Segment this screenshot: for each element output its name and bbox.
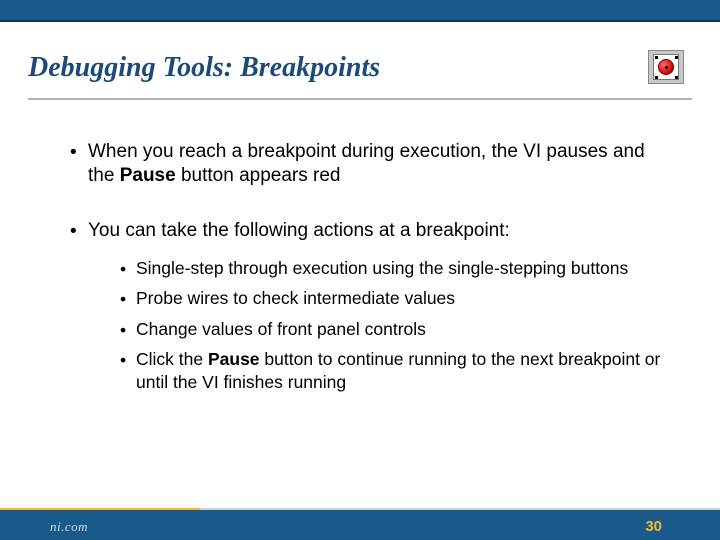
sub-bullet-3: • Change values of front panel controls (120, 318, 670, 341)
sub-bullet-1: • Single-step through execution using th… (120, 257, 670, 280)
text: Probe wires to check intermediate values (136, 287, 455, 310)
page-number: 30 (645, 518, 662, 535)
breakpoint-tool-icon (648, 50, 684, 84)
sub-bullets: • Single-step through execution using th… (120, 257, 670, 393)
bullet-marker: • (120, 287, 136, 310)
footer-logo: ni.com (50, 519, 88, 535)
text: You can take the following actions at a … (88, 220, 510, 241)
text: Change values of front panel controls (136, 318, 426, 341)
pause-word: Pause (208, 349, 260, 369)
bullet-marker: • (70, 140, 88, 189)
slide-body: • When you reach a breakpoint during exe… (70, 140, 670, 400)
bullet-marker: • (70, 219, 88, 400)
breakpoint-red-dot (658, 59, 674, 75)
bullet-marker: • (120, 257, 136, 280)
text: button appears red (176, 165, 341, 186)
bullet-marker: • (120, 318, 136, 341)
sub-bullet-4: • Click the Pause button to continue run… (120, 348, 670, 393)
bullet-2: • You can take the following actions at … (70, 219, 670, 400)
sub-bullet-2: • Probe wires to check intermediate valu… (120, 287, 670, 310)
breakpoint-icon-frame (653, 54, 679, 80)
bullet-1-text: When you reach a breakpoint during execu… (88, 140, 670, 189)
bullet-marker: • (120, 348, 136, 393)
sub-bullet-4-text: Click the Pause button to continue runni… (136, 348, 670, 393)
text: Single-step through execution using the … (136, 257, 628, 280)
bullet-1: • When you reach a breakpoint during exe… (70, 140, 670, 189)
text: Click the (136, 349, 208, 369)
header-bar (0, 0, 720, 22)
title-area: Debugging Tools: Breakpoints (28, 52, 692, 100)
slide-title: Debugging Tools: Breakpoints (28, 52, 692, 84)
footer-bar (0, 510, 720, 540)
bullet-2-text: You can take the following actions at a … (88, 219, 670, 400)
pause-word: Pause (120, 165, 176, 186)
